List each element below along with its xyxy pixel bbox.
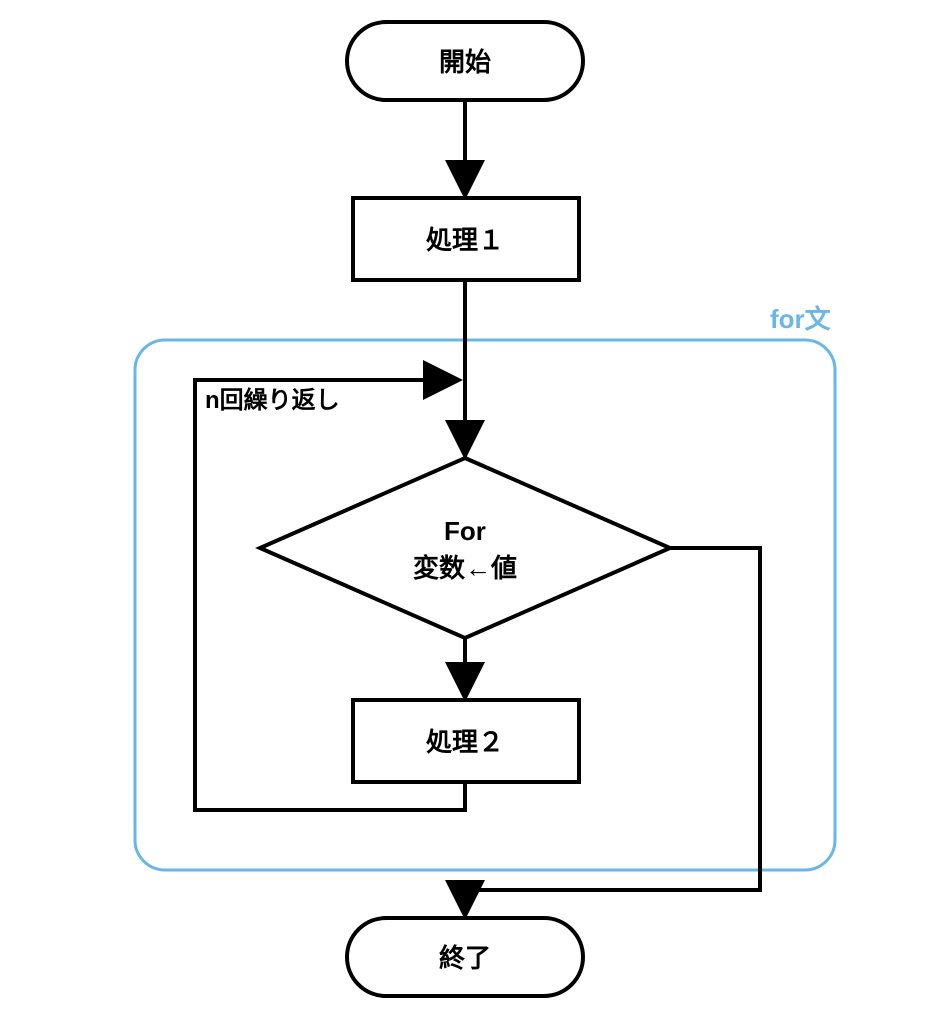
- start-label: 開始: [439, 47, 491, 77]
- end-terminator: 終了: [347, 918, 583, 996]
- process2-box: 処理２: [353, 700, 579, 782]
- decision-line2: 変数←値: [413, 553, 517, 583]
- process2-label: 処理２: [426, 727, 504, 757]
- process1-label: 処理１: [426, 225, 504, 255]
- end-label: 終了: [439, 943, 491, 973]
- process1-box: 処理１: [353, 198, 579, 280]
- flowchart-canvas: 開始 処理１ for文 n回繰り返し For 変数←値: [0, 0, 945, 1024]
- start-terminator: 開始: [347, 22, 583, 100]
- for-box-label: for文: [770, 304, 832, 334]
- loop-count-label: n回繰り返し: [205, 386, 340, 414]
- decision-line1: For: [444, 516, 486, 546]
- for-decision-diamond: For 変数←値: [260, 458, 670, 638]
